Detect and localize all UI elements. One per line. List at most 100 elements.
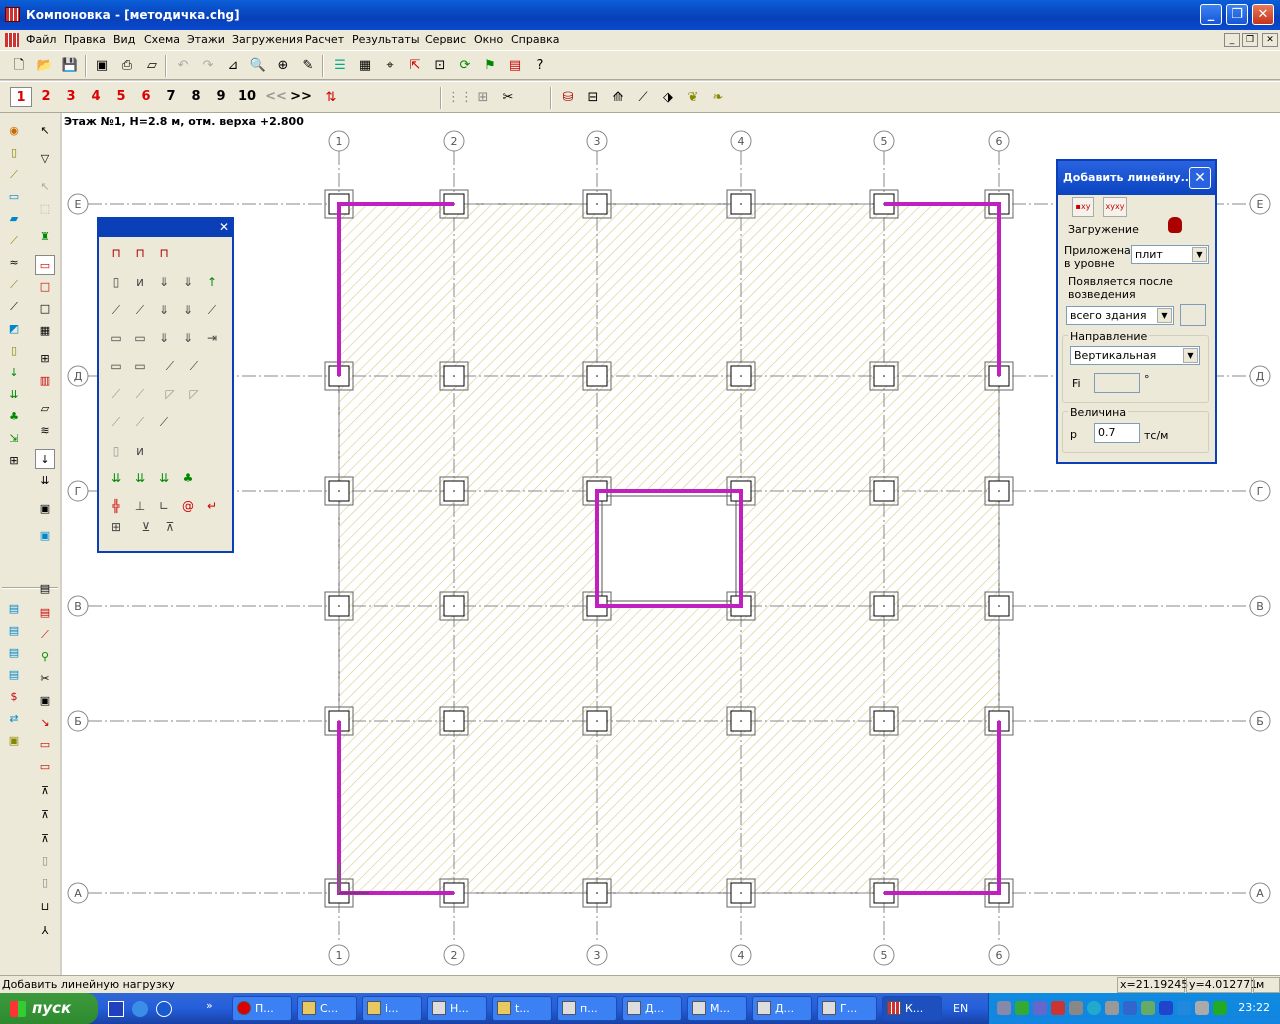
pencil-icon[interactable]: ✎ [297, 55, 319, 77]
floor-6-button[interactable]: 6 [135, 87, 157, 107]
tray-13-icon[interactable] [1213, 1001, 1227, 1015]
task-7[interactable]: Д... [622, 996, 682, 1021]
start-button[interactable]: пуск [0, 993, 98, 1024]
dialog-close-icon[interactable]: ✕ [1189, 167, 1211, 189]
tool-32-icon[interactable]: ▭ [35, 735, 55, 755]
load-leaf2-icon[interactable]: ❧ [707, 87, 729, 109]
tray-8-icon[interactable] [1123, 1001, 1137, 1015]
task-2[interactable]: С... [297, 996, 357, 1021]
quicklaunch-more-icon[interactable]: » [206, 999, 213, 1012]
tool-15-icon[interactable]: ⇲ [4, 429, 24, 449]
pal-beam-1-icon[interactable]: ⊓ [105, 242, 127, 264]
zoom-window-icon[interactable]: ⊕ [272, 55, 294, 77]
pal-r9-3-icon[interactable]: ∟ [153, 495, 175, 517]
tool-38-icon[interactable]: ▯ [35, 873, 55, 893]
pal-r10-1-icon[interactable]: ⊞ [105, 516, 127, 538]
wall-icon[interactable]: ▭ [35, 255, 55, 275]
pal-r4-3-icon[interactable]: ⟋ [159, 355, 181, 377]
pal-r4-1-icon[interactable]: ▭ [105, 355, 127, 377]
tray-9-icon[interactable] [1141, 1001, 1155, 1015]
mdi-restore-button[interactable]: ❐ [1242, 33, 1258, 47]
tool-40-icon[interactable]: ⅄ [35, 921, 55, 941]
pal-r5-2-icon[interactable]: ⟋ [129, 383, 151, 405]
tool-18-icon[interactable]: ▣ [35, 526, 55, 546]
pointer-disabled-icon[interactable]: ↖ [35, 177, 55, 197]
grid-icon[interactable]: ▦ [354, 55, 376, 77]
tray-4-icon[interactable] [1051, 1001, 1065, 1015]
pal-r10-3-icon[interactable]: ⊼ [159, 516, 181, 538]
tool-30-icon[interactable]: ▣ [35, 691, 55, 711]
column-icon[interactable]: ♜ [35, 227, 55, 247]
pal-r8-1-icon[interactable]: ⇊ [105, 467, 127, 489]
mdi-close-button[interactable]: ✕ [1262, 33, 1278, 47]
floor-9-button[interactable]: 9 [210, 87, 232, 107]
pal-col-4-icon[interactable]: ⇓ [177, 271, 199, 293]
select-disabled-icon[interactable]: ⬚ [35, 199, 55, 219]
tool-22-icon[interactable]: ▤ [4, 665, 24, 685]
undo-icon[interactable]: ↶ [172, 55, 194, 77]
floor-3-button[interactable]: 3 [60, 87, 82, 107]
frame-icon[interactable]: ▣ [91, 55, 113, 77]
tool-11-icon[interactable]: ▯ [4, 341, 24, 361]
pal-r3-3-icon[interactable]: ⇓ [153, 327, 175, 349]
task-5[interactable]: t... [492, 996, 552, 1021]
dash-grid-icon[interactable]: ⋮⋮ [447, 87, 473, 109]
doc-icon[interactable] [5, 33, 19, 47]
zoom-icon[interactable]: 🔍 [247, 55, 269, 77]
floor-5-button[interactable]: 5 [110, 87, 132, 107]
floor-prev-button[interactable]: << [265, 87, 287, 107]
cut-grid-icon[interactable]: ✂ [497, 87, 519, 109]
palette-header[interactable]: ✕ [99, 219, 232, 237]
menu-loads[interactable]: Загружения [232, 33, 303, 46]
tool-28-icon[interactable]: ⟋ [35, 625, 55, 645]
load-line-icon[interactable]: ⇊ [35, 471, 55, 491]
open-folder-icon[interactable]: 📂 [34, 55, 56, 77]
tool-8-icon[interactable]: ⟋ [4, 275, 24, 295]
palette-close-icon[interactable]: ✕ [219, 220, 229, 234]
pal-r3-1-icon[interactable]: ▭ [105, 327, 127, 349]
tool-27-icon[interactable]: ▤ [35, 603, 55, 623]
frame3-icon[interactable]: ▥ [35, 371, 55, 391]
menu-view[interactable]: Вид [113, 33, 135, 46]
pal-r6-2-icon[interactable]: ⟋ [129, 411, 151, 433]
tool-17-icon[interactable]: ▣ [35, 499, 55, 519]
load-wall-icon[interactable]: ⟰ [607, 87, 629, 109]
refresh-icon[interactable]: ⟳ [454, 55, 476, 77]
pal-r5-3-icon[interactable]: ◸ [159, 383, 181, 405]
tray-3-icon[interactable] [1033, 1001, 1047, 1015]
maximize-button[interactable]: ❐ [1226, 4, 1248, 25]
stage-field[interactable] [1180, 304, 1206, 326]
floor-1-button[interactable]: 1 [10, 87, 32, 107]
pal-r2-4-icon[interactable]: ⇓ [177, 299, 199, 321]
tool-26-icon[interactable]: ▤ [35, 579, 55, 599]
pal-r5-1-icon[interactable]: ⟋ [105, 383, 127, 405]
tray-7-icon[interactable] [1105, 1001, 1119, 1015]
axes-grid-icon[interactable]: ⊞ [472, 87, 494, 109]
tray-6-icon[interactable] [1087, 1001, 1101, 1015]
pal-r3-4-icon[interactable]: ⇓ [177, 327, 199, 349]
new-file-icon[interactable]: 🗋 [8, 55, 30, 77]
rect2-icon[interactable]: □ [35, 299, 55, 319]
floor-next-button[interactable]: >> [290, 87, 312, 107]
quicklaunch-1-icon[interactable] [108, 1001, 124, 1017]
tool-21-icon[interactable]: ▤ [4, 643, 24, 663]
load-weight-icon[interactable]: ⛁ [557, 87, 579, 109]
tool-3-icon[interactable]: ⟋ [4, 165, 24, 185]
load-xy-icon[interactable]: ▪xy [1072, 197, 1094, 217]
pal-r6-3-icon[interactable]: ⟋ [153, 411, 175, 433]
tool-13-icon[interactable]: ⇊ [4, 385, 24, 405]
slab-icon[interactable]: ▱ [35, 399, 55, 419]
tool-34-icon[interactable]: ⊼ [35, 781, 55, 801]
load-beam-icon[interactable]: ⟋ [632, 87, 654, 109]
task-11-active[interactable]: К... [882, 996, 942, 1021]
pal-r2-3-icon[interactable]: ⇓ [153, 299, 175, 321]
task-3[interactable]: i... [362, 996, 422, 1021]
pal-r6-1-icon[interactable]: ⟋ [105, 411, 127, 433]
pal-col-3-icon[interactable]: ⇓ [153, 271, 175, 293]
print-icon[interactable]: ⎙ [116, 55, 138, 77]
mdi-minimize-button[interactable]: _ [1224, 33, 1240, 47]
pal-r9-5-icon[interactable]: ↵ [201, 495, 223, 517]
task-10[interactable]: Г... [817, 996, 877, 1021]
pal-col-1-icon[interactable]: ▯ [105, 271, 127, 293]
flag-icon[interactable]: ⚑ [479, 55, 501, 77]
